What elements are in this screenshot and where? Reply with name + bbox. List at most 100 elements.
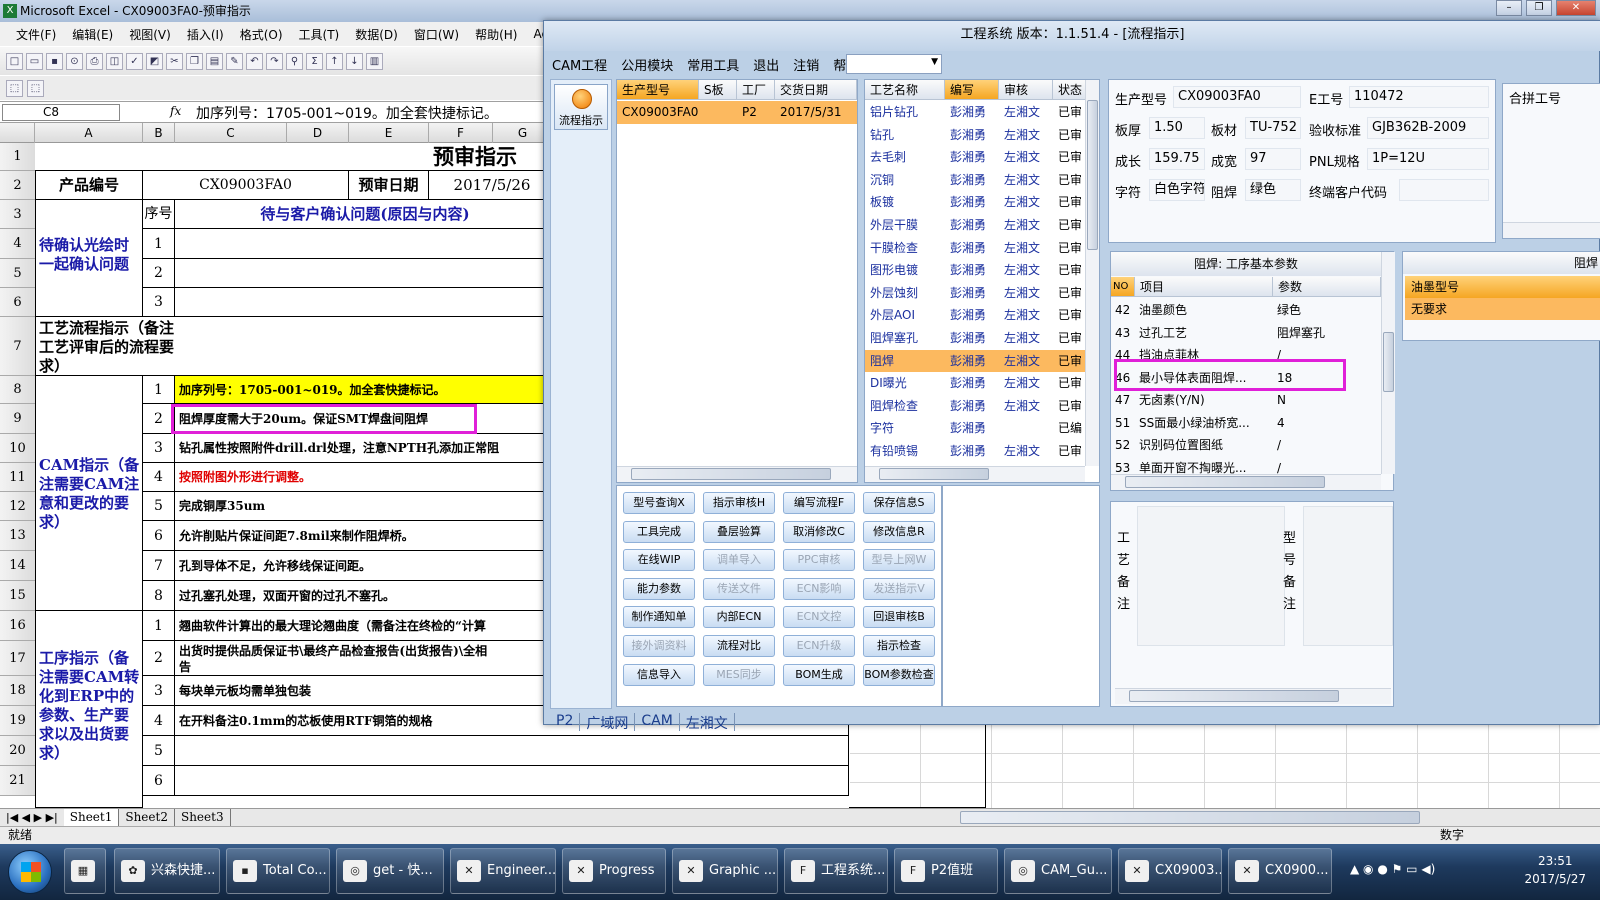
col-reviewer[interactable]: 审核 (999, 80, 1053, 100)
eng-search-combo[interactable]: ▼ (846, 54, 942, 74)
menu-insert[interactable]: 插入(I) (179, 26, 232, 43)
process-row[interactable]: 去毛刺 彭湘勇 左湘文 已审 (865, 146, 1085, 169)
taskbar-item[interactable]: ▪ Total Co... (226, 848, 330, 894)
column-header-b[interactable]: B (143, 123, 175, 143)
col-status[interactable]: 状态 (1053, 80, 1087, 100)
col-item[interactable]: 项目 (1135, 277, 1273, 297)
process-row[interactable]: 外层蚀刻 彭湘勇 左湘文 已审 (865, 282, 1085, 305)
menu-tools[interactable]: 工具(T) (291, 26, 348, 43)
std-field[interactable]: GJB362B-2009 (1367, 117, 1489, 139)
process-row[interactable]: 沉铜 彭湘勇 左湘文 已审 (865, 169, 1085, 192)
wid-field[interactable]: 97 (1245, 148, 1301, 170)
confirm-cell-1[interactable] (175, 229, 555, 259)
taskbar-item[interactable]: ✕ Graphic ... (672, 848, 778, 894)
action-button[interactable]: 保存信息S (863, 492, 935, 514)
excel-hscroll-thumb[interactable] (960, 811, 1420, 824)
action-button[interactable]: 接外调资料 (623, 635, 695, 657)
fx-icon[interactable]: fx (170, 104, 181, 118)
format-painter-icon[interactable]: ✎ (226, 52, 243, 70)
col-sboard[interactable]: S板 (699, 80, 737, 100)
cam-item-text[interactable]: 允许削贴片保证间距7.8mil来制作阻焊桥。 (175, 521, 555, 551)
extra-cell[interactable] (849, 725, 986, 808)
process-row[interactable]: 阻焊 彭湘勇 左湘文 已审 (865, 349, 1085, 373)
taskbar-item[interactable]: ✕ Progress (562, 848, 666, 894)
menu-edit[interactable]: 编辑(E) (64, 26, 121, 43)
action-button[interactable]: 制作通知单 (623, 606, 695, 629)
row-header[interactable]: 9 (0, 404, 35, 434)
row-header[interactable]: 18 (0, 676, 35, 706)
proc-note-text[interactable] (1137, 506, 1285, 646)
col-model[interactable]: 生产型号 (617, 80, 699, 100)
action-button[interactable]: 取消修改C (783, 520, 855, 543)
taskbar-item[interactable]: ◎ get - 快... (336, 848, 444, 894)
column-header-e[interactable]: E (349, 123, 429, 143)
eng-menu-logout[interactable]: 注销 (793, 55, 819, 74)
process-row[interactable]: 钻孔 彭湘勇 左湘文 已审 (865, 124, 1085, 147)
confirm-cell-3[interactable] (175, 288, 555, 317)
tab-sheet1[interactable]: Sheet1 (63, 809, 120, 826)
pdf-mail-icon[interactable]: ⬚ (27, 79, 44, 97)
action-button[interactable]: 在线WIP (623, 549, 695, 572)
col-writer[interactable]: 编写 (945, 80, 999, 100)
sort-desc-icon[interactable]: ↓ (346, 52, 363, 70)
thick-field[interactable]: 1.50 (1149, 117, 1205, 139)
cam-item-text[interactable]: 过孔塞孔处理，双面开窗的过孔不塞孔。 (175, 581, 555, 611)
tray-icons[interactable]: ▲ ◉ ● ⚑ ▭ ◀) (1350, 862, 1435, 876)
notes-hscroll-thumb[interactable] (1129, 690, 1339, 702)
orders-hscroll-thumb[interactable] (631, 468, 831, 480)
row-header[interactable]: 1 (0, 143, 35, 171)
order-row[interactable]: CX09003FA0 P2 2017/5/31 (617, 101, 857, 124)
action-button[interactable]: 回退审核B (863, 606, 935, 629)
taskbar-calculator[interactable]: ▦ (64, 848, 106, 894)
action-button[interactable]: 调单导入 (703, 549, 775, 572)
process-row[interactable]: 铝片钻孔 彭湘勇 左湘文 已审 (865, 101, 1085, 124)
row-header[interactable]: 6 (0, 288, 35, 317)
cam-item-text[interactable]: 完成铜厚35um (175, 492, 555, 521)
taskbar-item[interactable]: ✕ Engineer... (450, 848, 556, 894)
process-cell[interactable] (178, 317, 555, 376)
process-row[interactable]: 外层AOI 彭湘勇 左湘文 已审 (865, 304, 1085, 327)
select-all-corner[interactable] (0, 123, 35, 143)
process-hscroll-thumb[interactable] (879, 468, 989, 480)
redo-icon[interactable]: ↷ (266, 52, 283, 70)
params-vscroll[interactable] (1381, 252, 1395, 474)
new-icon[interactable]: □ (6, 52, 23, 70)
menu-view[interactable]: 视图(V) (121, 26, 179, 43)
col-no[interactable]: NO (1111, 277, 1135, 297)
col-factory[interactable]: 工厂 (737, 80, 775, 100)
column-header-f[interactable]: F (429, 123, 493, 143)
row-header[interactable]: 13 (0, 521, 35, 551)
col-process[interactable]: 工艺名称 (865, 80, 945, 100)
permission-icon[interactable]: ⊙ (66, 52, 83, 70)
pdf-convert-icon[interactable]: ⬚ (6, 79, 23, 97)
formula-input[interactable]: 加序列号：1705-001~019。加全套快捷标记。 (196, 103, 498, 123)
restore-button[interactable]: ❐ (1526, 0, 1552, 16)
column-header-d[interactable]: D (287, 123, 349, 143)
start-button[interactable] (8, 850, 52, 894)
copy-icon[interactable]: ❐ (186, 52, 203, 70)
name-box[interactable]: C8 (2, 104, 120, 121)
params-vscroll-thumb[interactable] (1383, 332, 1394, 392)
tab-sheet3[interactable]: Sheet3 (174, 809, 231, 826)
action-button[interactable]: BOM参数检查 (863, 663, 935, 686)
process-row[interactable]: 字符 彭湘勇 已编 (865, 417, 1085, 440)
action-button[interactable]: 指示检查 (863, 635, 935, 657)
sort-asc-icon[interactable]: ↑ (326, 52, 343, 70)
mat-field[interactable]: TU-752 (1245, 117, 1301, 139)
param-row[interactable]: 43 过孔工艺 阻焊塞孔 (1111, 322, 1381, 345)
flow-indicator-button[interactable]: 流程指示 (554, 84, 608, 130)
cut-icon[interactable]: ✂ (166, 52, 183, 70)
menu-help[interactable]: 帮助(H) (467, 26, 525, 43)
row-header[interactable]: 8 (0, 376, 35, 404)
tab-nav-arrows[interactable]: |◀ ◀ ▶ ▶| (0, 811, 64, 824)
cam-item-text[interactable]: 加序列号：1705-001~019。加全套快捷标记。 (175, 376, 555, 404)
cam-item-text[interactable]: 按照附图外形进行调整。 (175, 463, 555, 492)
row-header[interactable]: 10 (0, 434, 35, 463)
params-hscroll[interactable] (1111, 474, 1381, 490)
orders-hscroll[interactable] (617, 466, 857, 482)
len-field[interactable]: 159.75 (1149, 148, 1205, 170)
action-button[interactable]: 型号上网W (863, 549, 935, 572)
row-header[interactable]: 17 (0, 641, 35, 676)
process-row[interactable]: DI曝光 彭湘勇 左湘文 已审 (865, 372, 1085, 395)
autosum-icon[interactable]: Σ (306, 52, 323, 70)
